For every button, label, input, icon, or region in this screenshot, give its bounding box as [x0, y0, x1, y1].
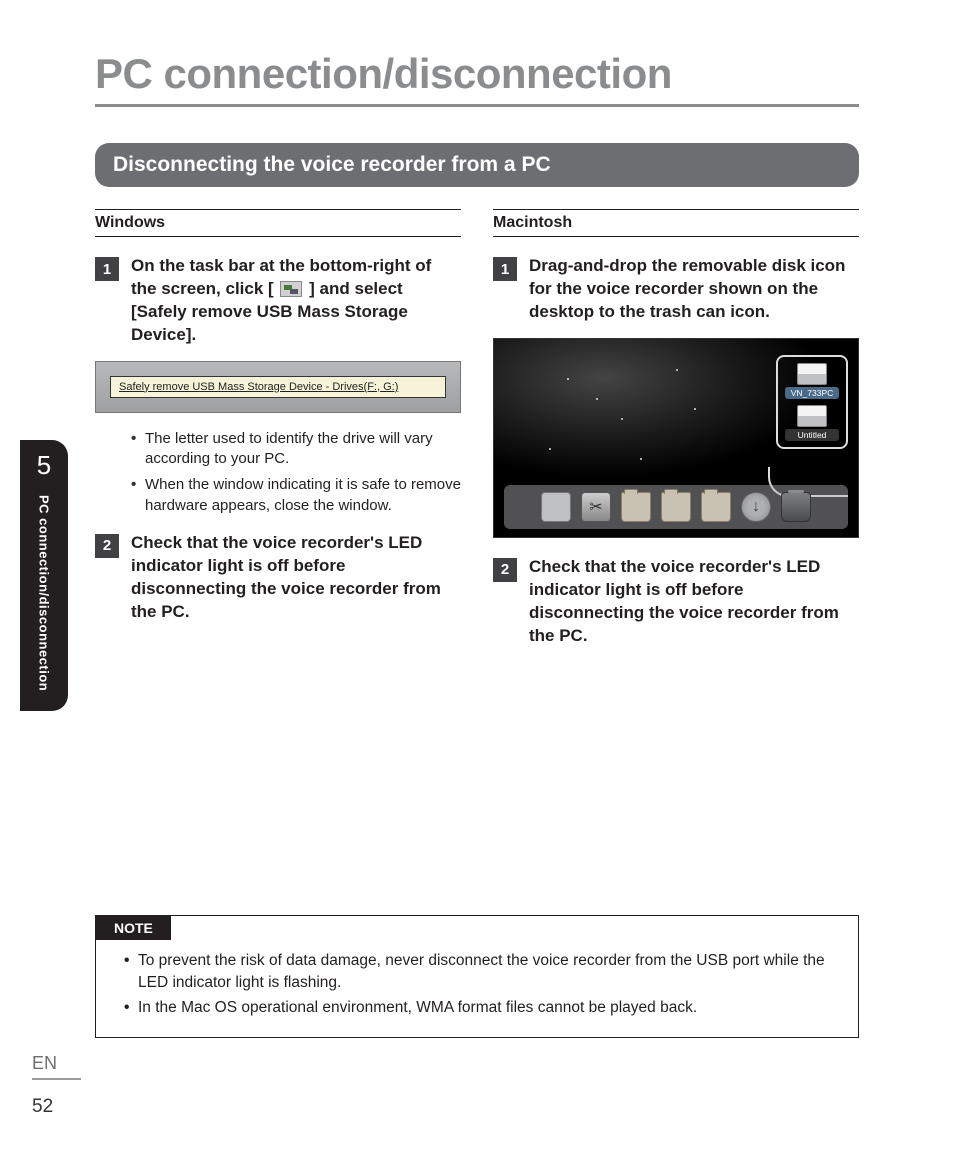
mac-step-2: 2 Check that the voice recorder's LED in…: [493, 556, 859, 648]
dock-folder-icon: [701, 492, 731, 522]
step-body: On the task bar at the bottom-right of t…: [131, 255, 461, 347]
step-number: 1: [95, 257, 119, 281]
note-box: NOTE To prevent the risk of data damage,…: [95, 915, 859, 1038]
mac-column: Macintosh 1 Drag-and-drop the removable …: [493, 209, 859, 662]
drive-vn733pc: VN_733PC: [782, 363, 842, 399]
windows-notes-list: The letter used to identify the drive wi…: [95, 429, 461, 516]
drive-icon: [797, 363, 827, 385]
windows-column: Windows 1 On the task bar at the bottom-…: [95, 209, 461, 662]
step-body: Drag-and-drop the removable disk icon fo…: [529, 255, 859, 324]
step-number: 1: [493, 257, 517, 281]
dock-trash-icon: [781, 492, 811, 522]
step-body: Check that the voice recorder's LED indi…: [131, 532, 461, 624]
usb-tray-icon: [280, 281, 302, 297]
mac-dock: [504, 485, 848, 529]
dock-folder-icon: [621, 492, 651, 522]
desktop-drives: VN_733PC Untitled: [776, 355, 848, 449]
safe-remove-tooltip: Safely remove USB Mass Storage Device - …: [110, 376, 446, 398]
step-body: Check that the voice recorder's LED indi…: [529, 556, 859, 648]
chapter-tab: 5 PC connection/disconnection: [20, 440, 68, 711]
dock-folder-icon: [661, 492, 691, 522]
drive-icon: [797, 405, 827, 427]
list-item: In the Mac OS operational environment, W…: [124, 997, 840, 1019]
note-label: NOTE: [96, 916, 171, 940]
windows-label: Windows: [95, 209, 461, 237]
drive-label: Untitled: [785, 429, 839, 441]
page-number: 52: [32, 1096, 53, 1118]
chapter-number: 5: [37, 450, 51, 481]
windows-taskbar-screenshot: Safely remove USB Mass Storage Device - …: [95, 361, 461, 413]
mac-desktop-screenshot: VN_733PC Untitled: [493, 338, 859, 538]
windows-step-1: 1 On the task bar at the bottom-right of…: [95, 255, 461, 347]
note-list: To prevent the risk of data damage, neve…: [96, 940, 858, 1037]
list-item: To prevent the risk of data damage, neve…: [124, 950, 840, 993]
windows-step-2: 2 Check that the voice recorder's LED in…: [95, 532, 461, 624]
language-code: EN: [32, 1053, 81, 1080]
list-item: The letter used to identify the drive wi…: [131, 429, 461, 470]
step-number: 2: [95, 534, 119, 558]
list-item: When the window indicating it is safe to…: [131, 475, 461, 516]
section-heading: Disconnecting the voice recorder from a …: [95, 143, 859, 187]
dock-app-icon: [541, 492, 571, 522]
dock-downloads-icon: [741, 492, 771, 522]
mac-step-1: 1 Drag-and-drop the removable disk icon …: [493, 255, 859, 324]
chapter-title: PC connection/disconnection: [37, 495, 52, 691]
step1-bold: Safely remove USB Mass Storage Device: [131, 302, 408, 344]
drive-label: VN_733PC: [785, 387, 839, 399]
step-number: 2: [493, 558, 517, 582]
mac-label: Macintosh: [493, 209, 859, 237]
page-title: PC connection/disconnection: [95, 50, 859, 107]
step1-end: ].: [186, 325, 196, 344]
dock-scissors-icon: [581, 492, 611, 522]
drive-untitled: Untitled: [782, 405, 842, 441]
